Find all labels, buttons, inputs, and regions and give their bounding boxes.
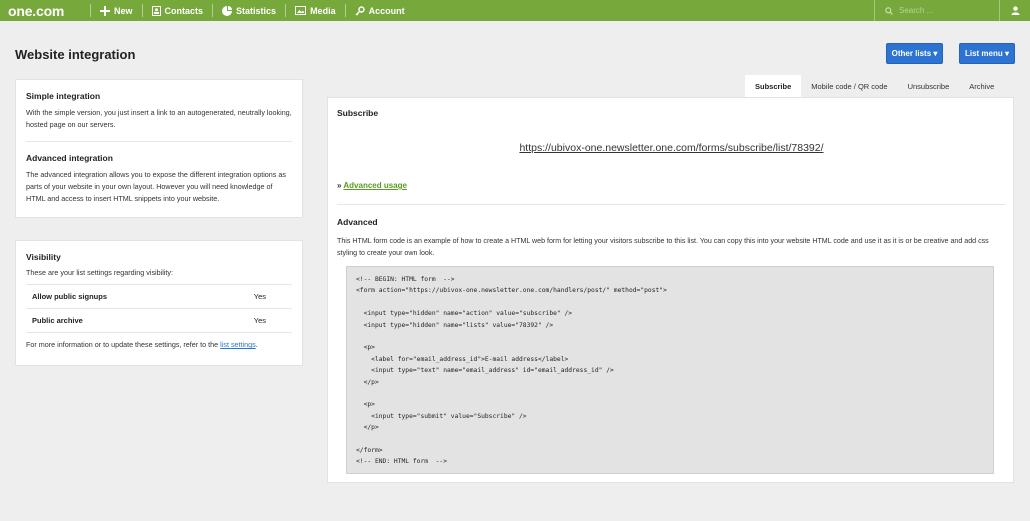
code-line: <input type="hidden" name="action" value… — [356, 310, 573, 318]
nav-statistics[interactable]: Statistics — [213, 0, 285, 21]
code-line: </p> — [356, 424, 379, 432]
search-input[interactable] — [899, 6, 989, 15]
visibility-row-value: Yes — [253, 292, 266, 301]
integration-tabs: Subscribe Mobile code / QR code Unsubscr… — [745, 75, 1004, 97]
key-icon — [355, 5, 365, 15]
contacts-icon — [151, 5, 161, 16]
main-nav: New Contacts Statistics Media Account — [90, 0, 414, 21]
nav-new[interactable]: New — [91, 0, 142, 21]
visibility-title: Visibility — [26, 252, 61, 262]
divider — [26, 141, 292, 142]
code-line: <input type="text" name="email_address" … — [356, 367, 614, 375]
code-line: <p> — [356, 401, 375, 409]
nav-statistics-label: Statistics — [236, 5, 277, 16]
code-line: <label for="email_address_id">E-mail add… — [356, 355, 569, 363]
tab-unsubscribe[interactable]: Unsubscribe — [898, 75, 960, 97]
advanced-usage-link[interactable]: Advanced usage — [343, 181, 407, 190]
code-line: <input type="hidden" name="lists" value=… — [356, 321, 554, 329]
other-lists-button[interactable]: Other lists ▾ — [886, 43, 943, 64]
code-line: <!-- BEGIN: HTML form --> — [356, 276, 455, 283]
user-icon — [1011, 6, 1019, 15]
subscribe-title: Subscribe — [337, 108, 379, 118]
code-line: <!-- END: HTML form --> — [356, 458, 447, 466]
code-line: <p> — [356, 344, 375, 352]
list-settings-link[interactable]: list settings — [220, 340, 256, 349]
visibility-row-label: Public archive — [32, 316, 83, 325]
page-title: Website integration — [15, 47, 136, 62]
subscribe-panel: Subscribe https://ubivox-one.newsletter.… — [327, 97, 1014, 483]
plus-icon — [100, 5, 110, 16]
visibility-panel: Visibility These are your list settings … — [15, 240, 303, 366]
divider — [337, 204, 1005, 205]
html-code-block[interactable]: <!-- BEGIN: HTML form --> <form action="h… — [346, 266, 994, 474]
tab-subscribe[interactable]: Subscribe — [745, 75, 802, 97]
code-line: </p> — [356, 378, 379, 386]
image-icon — [295, 6, 307, 15]
nav-new-label: New — [114, 5, 133, 16]
tab-mobile-code[interactable]: Mobile code / QR code — [801, 75, 897, 97]
advanced-integration-title: Advanced integration — [26, 153, 113, 163]
nav-contacts-label: Contacts — [164, 5, 204, 16]
list-menu-button[interactable]: List menu ▾ — [959, 43, 1015, 64]
nav-contacts[interactable]: Contacts — [143, 0, 213, 21]
code-line: <input type="submit" value="Subscribe" /… — [356, 412, 527, 420]
tab-archive[interactable]: Archive — [959, 75, 1004, 97]
visibility-intro: These are your list settings regarding v… — [26, 268, 174, 277]
nav-media[interactable]: Media — [286, 0, 345, 21]
visibility-footer: For more information or to update these … — [26, 339, 292, 351]
search-box — [874, 0, 999, 21]
top-navigation-bar: one.com New Contacts Statistics Media Ac… — [0, 0, 1030, 21]
search-icon — [885, 6, 893, 15]
visibility-row-value: Yes — [253, 316, 266, 325]
visibility-footer-text: For more information or to update these … — [26, 340, 221, 349]
advanced-description: This HTML form code is an example of how… — [337, 237, 989, 257]
advanced-usage: » Advanced usage — [337, 181, 407, 190]
user-menu[interactable] — [999, 0, 1030, 21]
visibility-row: Public archive Yes — [26, 309, 292, 332]
visibility-row: Allow public signups Yes — [26, 285, 292, 308]
simple-integration-text: With the simple version, you just insert… — [26, 108, 292, 129]
nav-account[interactable]: Account — [346, 0, 414, 21]
pie-chart-icon — [222, 5, 233, 16]
code-line: </form> — [356, 446, 383, 454]
advanced-integration-text: The advanced integration allows you to e… — [26, 170, 286, 203]
logo[interactable]: one.com — [8, 3, 90, 19]
code-line: <form action="https://ubivox-one.newslet… — [356, 287, 667, 295]
visibility-row-label: Allow public signups — [32, 292, 107, 301]
nav-media-label: Media — [310, 5, 336, 16]
visibility-footer-end: . — [255, 340, 258, 349]
advanced-title: Advanced — [337, 217, 378, 227]
subscribe-url-link[interactable]: https://ubivox-one.newsletter.one.com/fo… — [328, 142, 1015, 154]
divider — [26, 332, 292, 333]
simple-integration-title: Simple integration — [26, 91, 101, 101]
nav-account-label: Account — [368, 5, 405, 16]
integration-info-panel: Simple integration With the simple versi… — [15, 79, 303, 218]
